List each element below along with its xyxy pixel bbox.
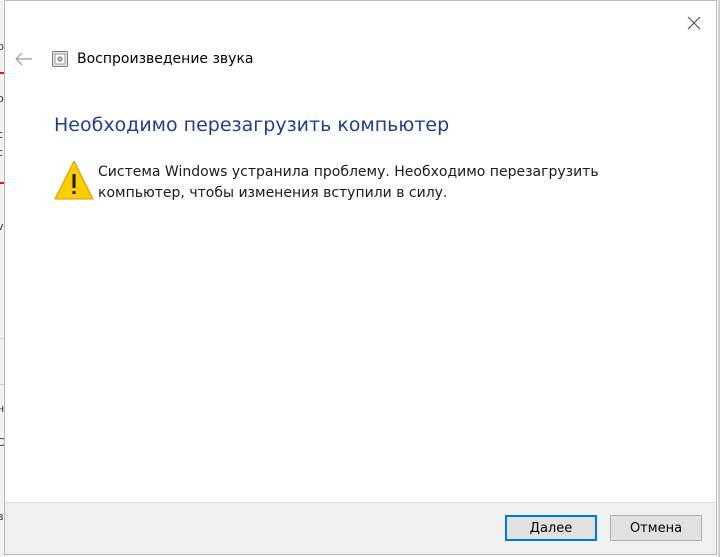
status-message: Система Windows устранила проблему. Необ…	[98, 164, 599, 201]
next-button[interactable]: Далее	[505, 515, 597, 541]
troubleshooter-icon	[52, 51, 68, 67]
background-text-fragment: v	[0, 220, 4, 233]
background-text-fragment: с	[0, 128, 4, 141]
troubleshooter-dialog: Воспроизведение звука Необходимо перезаг…	[4, 0, 717, 555]
window-title: Воспроизведение звука	[77, 51, 254, 67]
dialog-footer: Далее Отмена	[5, 502, 716, 554]
background-text-fragment: с	[0, 146, 4, 159]
close-icon	[687, 16, 701, 30]
back-arrow-icon	[15, 52, 32, 66]
cancel-button[interactable]: Отмена	[610, 515, 702, 541]
close-button[interactable]	[682, 11, 706, 35]
page-heading: Необходимо перезагрузить компьютер	[54, 114, 450, 136]
back-button[interactable]	[13, 47, 35, 71]
warning-icon	[53, 158, 95, 202]
background-text-fragment: в	[0, 510, 4, 523]
